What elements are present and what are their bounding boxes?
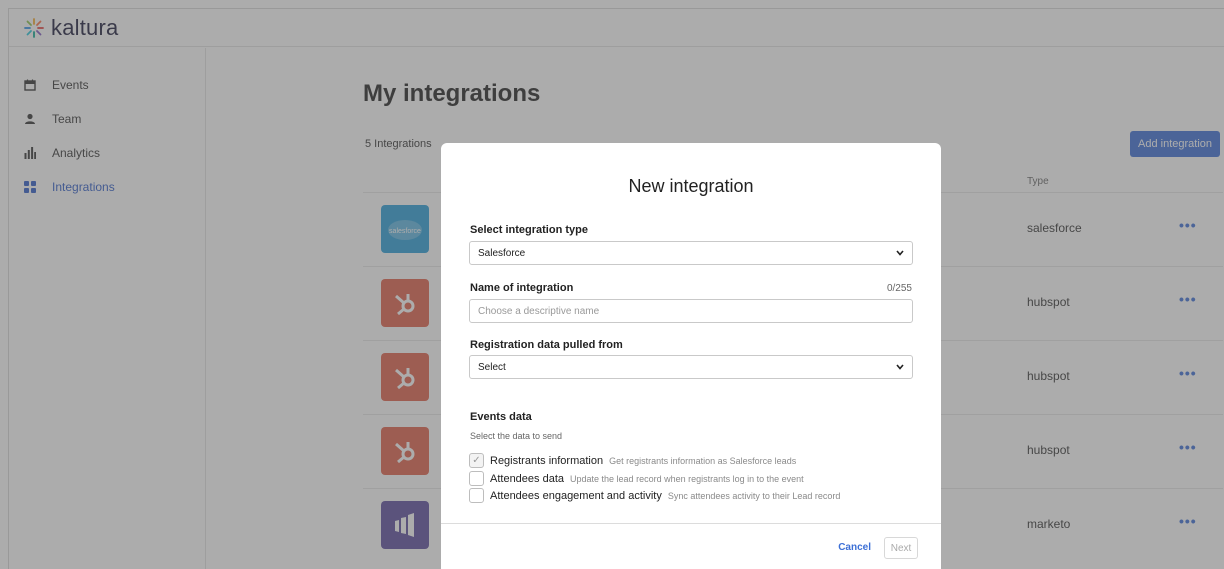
registration-source-select[interactable]: Select — [469, 355, 913, 379]
checkbox-registrants-info[interactable]: ✓ Registrants information Get registrant… — [469, 453, 796, 468]
checkbox-label: Attendees data — [490, 472, 565, 485]
dialog-footer: Cancel Next — [441, 523, 941, 569]
checkbox-description: Get registrants information as Salesforc… — [609, 455, 797, 466]
events-data-title: Events data — [470, 411, 532, 423]
new-integration-dialog: New integration Select integration type … — [441, 143, 941, 569]
cancel-button[interactable]: Cancel — [838, 542, 871, 553]
checkbox-checked-icon[interactable]: ✓ — [469, 453, 484, 468]
checkbox-description: Sync attendees activity to their Lead re… — [667, 490, 841, 501]
next-button[interactable]: Next — [884, 537, 918, 559]
checkbox-unchecked-icon[interactable] — [469, 488, 484, 503]
checkbox-description: Update the lead record when registrants … — [570, 473, 804, 484]
checkbox-attendees-data[interactable]: Attendees data Update the lead record wh… — [469, 471, 804, 486]
integration-name-label: Name of integration — [470, 282, 574, 294]
checkbox-label: Attendees engagement and activity — [490, 489, 662, 502]
chevron-down-icon — [896, 248, 904, 259]
checkbox-label: Registrants information — [490, 454, 604, 467]
name-char-counter: 0/255 — [886, 283, 912, 294]
integration-type-select[interactable]: Salesforce — [469, 241, 913, 265]
events-data-subtitle: Select the data to send — [470, 431, 563, 441]
integration-type-label: Select integration type — [470, 224, 588, 236]
integration-name-input[interactable] — [469, 299, 913, 323]
registration-source-label: Registration data pulled from — [470, 339, 623, 351]
checkbox-attendees-engagement[interactable]: Attendees engagement and activity Sync a… — [469, 488, 840, 503]
checkbox-unchecked-icon[interactable] — [469, 471, 484, 486]
registration-source-value: Select — [478, 361, 506, 373]
chevron-down-icon — [896, 362, 904, 373]
dialog-title: New integration — [628, 176, 754, 196]
integration-type-value: Salesforce — [478, 247, 526, 259]
